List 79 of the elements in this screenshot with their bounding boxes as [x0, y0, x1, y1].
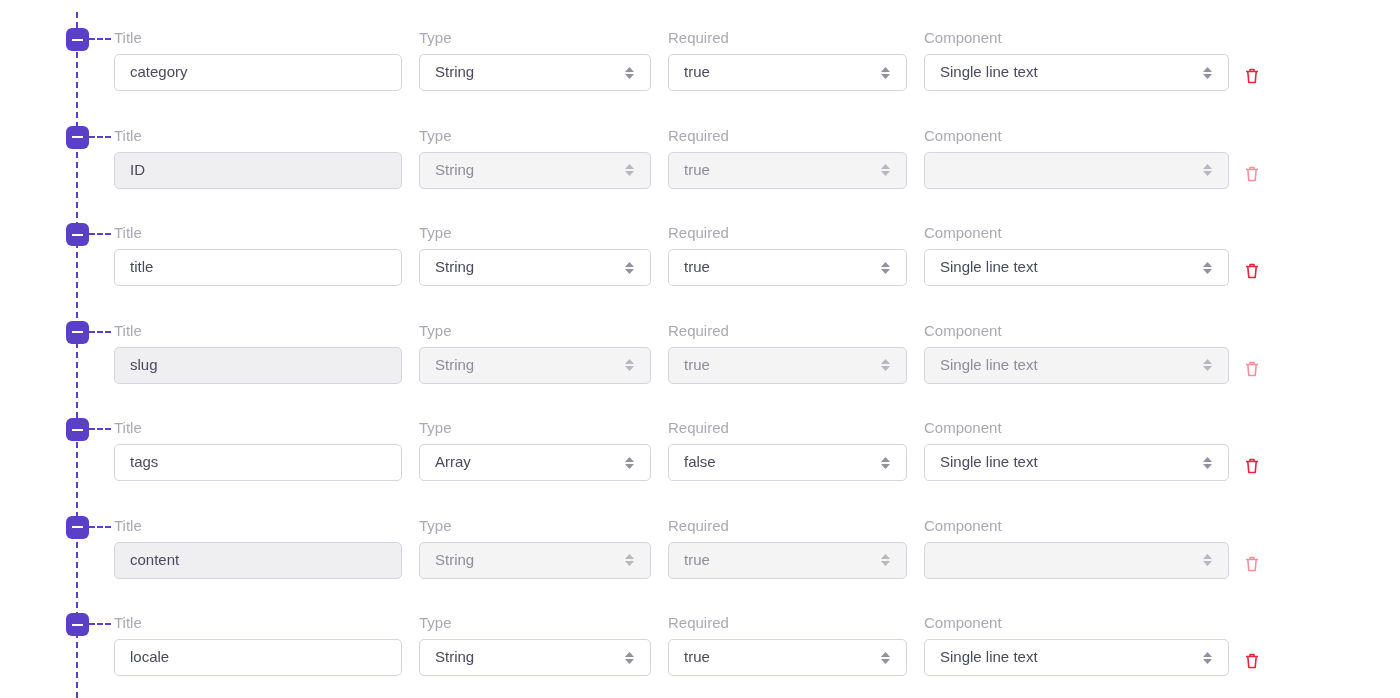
component-select[interactable]: Single line text: [924, 249, 1229, 286]
connector-line: [89, 428, 111, 430]
field-label: Title: [114, 223, 143, 243]
component-select[interactable]: Single line text: [924, 54, 1229, 91]
component-select[interactable]: Single line text: [924, 639, 1229, 676]
sort-caret-icon: [1202, 455, 1213, 470]
collapse-button[interactable]: [66, 223, 89, 246]
field-label: Title: [114, 418, 143, 438]
sort-caret-icon: [1202, 163, 1213, 177]
connector-line: [89, 135, 111, 138]
field-label: Component: [924, 125, 1003, 146]
field-label: Title: [114, 125, 143, 146]
field-label: Type: [419, 125, 453, 146]
title-input[interactable]: locale: [114, 639, 402, 676]
field-label: Component: [924, 223, 1003, 243]
field-label: Required: [668, 613, 730, 633]
connector-line: [89, 525, 111, 528]
type-select[interactable]: String: [419, 54, 651, 91]
field-label: Type: [419, 223, 453, 243]
field-label: Required: [668, 418, 730, 438]
field-label: Title: [114, 613, 143, 633]
type-select[interactable]: String: [419, 249, 651, 286]
required-select[interactable]: true: [668, 54, 907, 91]
type-select[interactable]: String: [419, 639, 651, 676]
field-label: Type: [419, 28, 453, 48]
sort-caret-icon: [624, 260, 635, 275]
required-select[interactable]: true: [668, 639, 907, 676]
field-label: Component: [924, 515, 1003, 536]
field-label: Component: [924, 28, 1003, 48]
sort-caret-icon: [1202, 358, 1213, 372]
sort-caret-icon: [880, 455, 891, 470]
field-label: Type: [419, 418, 453, 438]
field-label: Required: [668, 125, 730, 146]
title-input[interactable]: tags: [114, 444, 402, 481]
field-label: Component: [924, 320, 1003, 341]
field-label: Required: [668, 223, 730, 243]
field-label: Required: [668, 515, 730, 536]
required-select[interactable]: false: [668, 444, 907, 481]
sort-caret-icon: [1202, 650, 1213, 665]
collapse-button[interactable]: [66, 418, 89, 441]
field-label: Required: [668, 320, 730, 341]
type-select[interactable]: Array: [419, 444, 651, 481]
sort-caret-icon: [624, 650, 635, 665]
component-select[interactable]: Single line text: [924, 444, 1229, 481]
collapse-button[interactable]: [66, 320, 89, 344]
collapse-button[interactable]: [66, 125, 89, 149]
sort-caret-icon: [1202, 260, 1213, 275]
title-input[interactable]: category: [114, 54, 402, 91]
sort-caret-icon: [624, 163, 635, 177]
sort-caret-icon: [880, 163, 891, 177]
connector-line: [89, 38, 111, 40]
title-input[interactable]: title: [114, 249, 402, 286]
collapse-button[interactable]: [66, 613, 89, 636]
field-label: Title: [114, 515, 143, 536]
sort-caret-icon: [880, 260, 891, 275]
field-label: Component: [924, 418, 1003, 438]
field-label: Component: [924, 613, 1003, 633]
field-label: Title: [114, 320, 143, 341]
connector-line: [89, 330, 111, 333]
sort-caret-icon: [1202, 553, 1213, 567]
sort-caret-icon: [624, 553, 635, 567]
sort-caret-icon: [880, 65, 891, 80]
field-label: Type: [419, 613, 453, 633]
field-label: Title: [114, 28, 143, 48]
field-label: Type: [419, 515, 453, 536]
sort-caret-icon: [880, 358, 891, 372]
connector-line: [89, 233, 111, 235]
sort-caret-icon: [880, 553, 891, 567]
required-select[interactable]: true: [668, 249, 907, 286]
sort-caret-icon: [624, 358, 635, 372]
sort-caret-icon: [1202, 65, 1213, 80]
sort-caret-icon: [624, 455, 635, 470]
sort-caret-icon: [624, 65, 635, 80]
field-label: Required: [668, 28, 730, 48]
collapse-button[interactable]: [66, 28, 89, 51]
field-label: Type: [419, 320, 453, 341]
connector-line: [89, 623, 111, 625]
sort-caret-icon: [880, 650, 891, 665]
collapse-button[interactable]: [66, 515, 89, 539]
